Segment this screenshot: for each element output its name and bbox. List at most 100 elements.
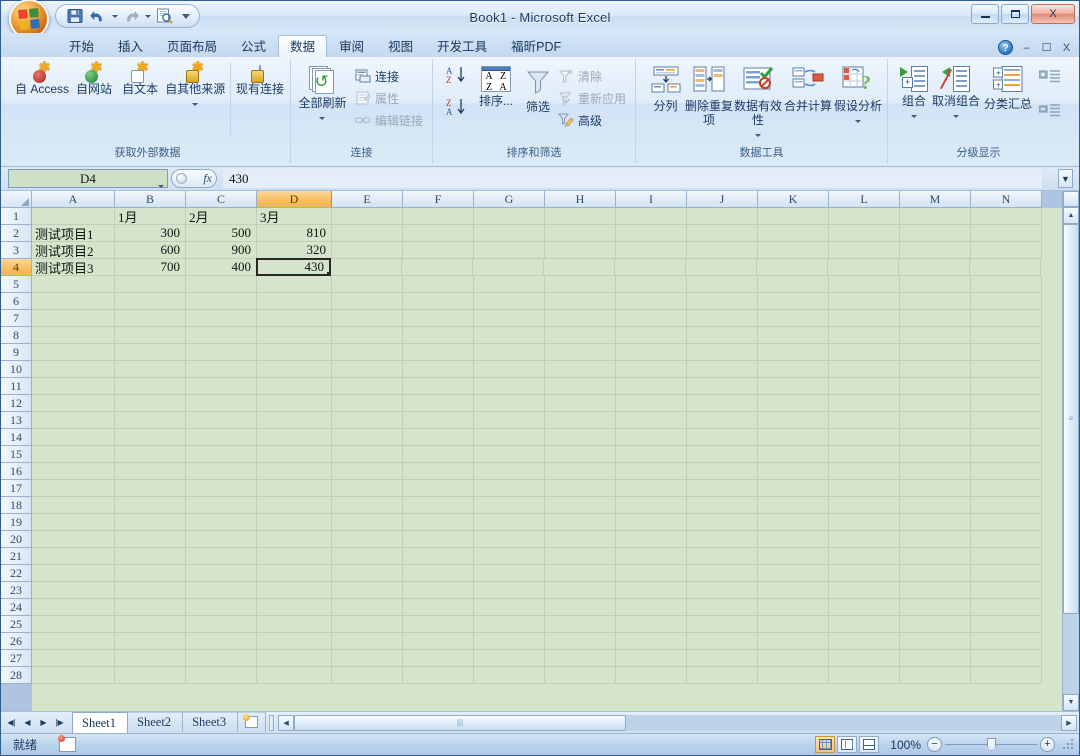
- cell-C23[interactable]: [186, 582, 257, 599]
- cell-D11[interactable]: [257, 378, 332, 395]
- cell-L4[interactable]: [828, 259, 899, 276]
- cell-A5[interactable]: [32, 276, 115, 293]
- row-header-21[interactable]: 21: [1, 548, 32, 565]
- cell-J2[interactable]: [687, 225, 758, 242]
- cell-I9[interactable]: [616, 344, 687, 361]
- tab-page-layout[interactable]: 页面布局: [155, 35, 229, 57]
- cell-L24[interactable]: [829, 599, 900, 616]
- cell-F21[interactable]: [403, 548, 474, 565]
- column-header-M[interactable]: M: [900, 191, 971, 208]
- cell-H22[interactable]: [545, 565, 616, 582]
- cell-M21[interactable]: [900, 548, 971, 565]
- cell-C6[interactable]: [186, 293, 257, 310]
- cell-B13[interactable]: [115, 412, 186, 429]
- cell-D16[interactable]: [257, 463, 332, 480]
- tab-data[interactable]: 数据: [278, 35, 327, 57]
- cell-C12[interactable]: [186, 395, 257, 412]
- cell-B16[interactable]: [115, 463, 186, 480]
- cell-E17[interactable]: [332, 480, 403, 497]
- cell-M10[interactable]: [900, 361, 971, 378]
- cell-B15[interactable]: [115, 446, 186, 463]
- tab-insert[interactable]: 插入: [106, 35, 155, 57]
- cell-N12[interactable]: [971, 395, 1042, 412]
- cell-L15[interactable]: [829, 446, 900, 463]
- cell-E4[interactable]: [331, 259, 402, 276]
- subtotal-button[interactable]: ++ 分类汇总: [982, 63, 1034, 112]
- cell-K14[interactable]: [758, 429, 829, 446]
- column-header-H[interactable]: H: [545, 191, 616, 208]
- cell-F11[interactable]: [403, 378, 474, 395]
- cell-M6[interactable]: [900, 293, 971, 310]
- cell-M12[interactable]: [900, 395, 971, 412]
- cell-I15[interactable]: [616, 446, 687, 463]
- cell-A4[interactable]: 测试项目3: [32, 259, 115, 276]
- cell-D21[interactable]: [257, 548, 332, 565]
- cell-J21[interactable]: [687, 548, 758, 565]
- tab-view[interactable]: 视图: [376, 35, 425, 57]
- cell-K4[interactable]: [757, 259, 828, 276]
- cell-C25[interactable]: [186, 616, 257, 633]
- cell-N26[interactable]: [971, 633, 1042, 650]
- group-dropdown-icon[interactable]: [911, 107, 917, 121]
- cell-J20[interactable]: [687, 531, 758, 548]
- cell-I26[interactable]: [616, 633, 687, 650]
- cell-B24[interactable]: [115, 599, 186, 616]
- cell-I18[interactable]: [616, 497, 687, 514]
- cell-G26[interactable]: [474, 633, 545, 650]
- cell-L18[interactable]: [829, 497, 900, 514]
- text-to-columns-button[interactable]: 分列: [646, 63, 685, 114]
- cell-L22[interactable]: [829, 565, 900, 582]
- cell-B20[interactable]: [115, 531, 186, 548]
- cell-G11[interactable]: [474, 378, 545, 395]
- reapply-button[interactable]: 重新应用: [553, 87, 631, 109]
- vertical-scrollbar[interactable]: ▲ ≡ ▼: [1062, 191, 1079, 711]
- cell-G22[interactable]: [474, 565, 545, 582]
- filter-button[interactable]: 筛选: [523, 63, 553, 115]
- cell-A3[interactable]: 测试项目2: [32, 242, 115, 259]
- cell-A27[interactable]: [32, 650, 115, 667]
- cell-A28[interactable]: [32, 667, 115, 684]
- cell-A2[interactable]: 测试项目1: [32, 225, 115, 242]
- normal-view-button[interactable]: [815, 736, 835, 753]
- from-access-button[interactable]: ✱ 自 Access: [13, 63, 71, 97]
- cell-I6[interactable]: [616, 293, 687, 310]
- cell-M24[interactable]: [900, 599, 971, 616]
- cell-E28[interactable]: [332, 667, 403, 684]
- cell-I16[interactable]: [616, 463, 687, 480]
- resize-grip[interactable]: [1063, 739, 1075, 751]
- cell-I7[interactable]: [616, 310, 687, 327]
- cell-H28[interactable]: [545, 667, 616, 684]
- cell-G10[interactable]: [474, 361, 545, 378]
- cell-N24[interactable]: [971, 599, 1042, 616]
- cell-K27[interactable]: [758, 650, 829, 667]
- cell-B5[interactable]: [115, 276, 186, 293]
- cell-B14[interactable]: [115, 429, 186, 446]
- cell-I20[interactable]: [616, 531, 687, 548]
- cell-L3[interactable]: [829, 242, 900, 259]
- cell-N19[interactable]: [971, 514, 1042, 531]
- formula-input[interactable]: 430: [223, 169, 1042, 188]
- column-header-F[interactable]: F: [403, 191, 474, 208]
- cell-C11[interactable]: [186, 378, 257, 395]
- cell-H24[interactable]: [545, 599, 616, 616]
- cell-E24[interactable]: [332, 599, 403, 616]
- column-header-J[interactable]: J: [687, 191, 758, 208]
- cell-E2[interactable]: [332, 225, 403, 242]
- ungroup-button[interactable]: 取消组合: [930, 63, 982, 122]
- cell-H26[interactable]: [545, 633, 616, 650]
- cell-L12[interactable]: [829, 395, 900, 412]
- column-header-E[interactable]: E: [332, 191, 403, 208]
- cell-D22[interactable]: [257, 565, 332, 582]
- cell-L13[interactable]: [829, 412, 900, 429]
- cell-E21[interactable]: [332, 548, 403, 565]
- cell-I11[interactable]: [616, 378, 687, 395]
- column-header-G[interactable]: G: [474, 191, 545, 208]
- row-header-20[interactable]: 20: [1, 531, 32, 548]
- row-header-4[interactable]: 4: [1, 259, 32, 276]
- cell-K15[interactable]: [758, 446, 829, 463]
- help-icon[interactable]: ?: [998, 40, 1013, 55]
- cell-B28[interactable]: [115, 667, 186, 684]
- sheet-tab-sheet3[interactable]: Sheet3: [182, 712, 238, 732]
- cell-C7[interactable]: [186, 310, 257, 327]
- cell-E6[interactable]: [332, 293, 403, 310]
